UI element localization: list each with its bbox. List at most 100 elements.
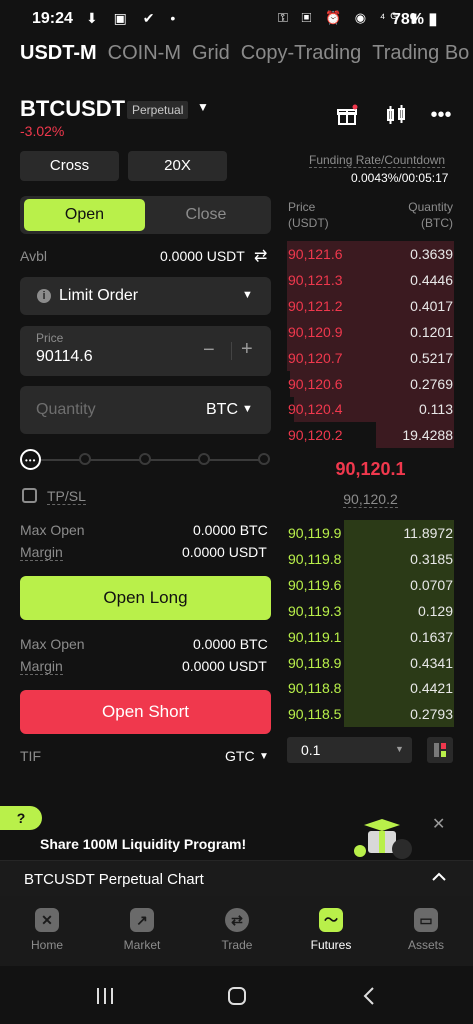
leverage-button[interactable]: 20X bbox=[128, 151, 227, 181]
ask-quantity: 0.113 bbox=[419, 401, 453, 418]
ask-row[interactable]: 90,120.4 0.113 bbox=[287, 396, 454, 423]
bid-price: 90,119.3 bbox=[288, 602, 342, 619]
price-change: -3.02% bbox=[20, 123, 65, 139]
ask-quantity: 0.3639 bbox=[410, 246, 453, 262]
chart-bar[interactable]: BTCUSDT Perpetual Chart bbox=[0, 860, 473, 896]
futures-icon: 〜 bbox=[319, 908, 343, 932]
close-tab[interactable]: Close bbox=[145, 199, 267, 231]
bid-price: 90,118.5 bbox=[288, 706, 342, 723]
bid-quantity: 11.8972 bbox=[403, 525, 453, 541]
bid-row[interactable]: 90,118.8 0.4421 bbox=[287, 675, 454, 702]
ask-price: 90,120.6 bbox=[288, 375, 343, 392]
bid-price: 90,119.9 bbox=[288, 525, 342, 541]
orderbook-layout-icon[interactable] bbox=[427, 737, 453, 763]
chevron-down-icon: ▼ bbox=[242, 289, 253, 301]
ask-row[interactable]: 90,121.2 0.4017 bbox=[287, 292, 454, 319]
recent-apps-icon[interactable] bbox=[95, 986, 115, 1011]
bid-row[interactable]: 90,119.8 0.3185 bbox=[287, 545, 454, 572]
bid-row[interactable]: 90,119.3 0.129 bbox=[287, 597, 454, 624]
ask-row[interactable]: 90,121.6 0.3639 bbox=[287, 241, 454, 267]
tab-coin-m[interactable]: COIN-M bbox=[108, 42, 181, 64]
nav-futures[interactable]: 〜 Futures bbox=[296, 908, 366, 952]
more-options-icon[interactable]: ••• bbox=[430, 104, 452, 126]
symbol-name[interactable]: BTCUSDT bbox=[20, 96, 125, 122]
margin-mode-button[interactable]: Cross bbox=[20, 151, 119, 181]
tif-select[interactable]: GTC bbox=[225, 748, 255, 764]
tab-copy-trading[interactable]: Copy-Trading bbox=[241, 42, 361, 64]
ask-row[interactable]: 90,120.9 0.1201 bbox=[287, 318, 454, 345]
ask-price: 90,120.2 bbox=[288, 427, 343, 444]
funding-rate-label[interactable]: Funding Rate/Countdown bbox=[309, 153, 446, 168]
bid-row[interactable]: 90,119.1 0.1637 bbox=[287, 623, 454, 650]
mark-price[interactable]: 90,120.2 bbox=[287, 491, 454, 508]
help-icon[interactable]: ? bbox=[0, 806, 42, 830]
tpsl-label[interactable]: TP/SL bbox=[47, 488, 86, 505]
quantity-field[interactable]: Quantity BTC ▼ bbox=[20, 386, 271, 434]
bid-quantity: 0.2793 bbox=[410, 706, 453, 723]
tpsl-checkbox[interactable] bbox=[22, 488, 37, 503]
tab-trading-bot[interactable]: Trading Bo bbox=[372, 42, 469, 64]
market-icon: ↗ bbox=[130, 908, 154, 932]
orderbook-qty-header: Quantity (BTC) bbox=[408, 200, 453, 230]
order-type-select[interactable]: i Limit Order ▼ bbox=[20, 277, 271, 315]
avbl-value: 0.0000 USDT bbox=[160, 248, 245, 264]
price-input[interactable]: 90114.6 bbox=[36, 348, 93, 366]
ask-price: 90,121.2 bbox=[288, 297, 343, 314]
bid-quantity: 0.129 bbox=[417, 602, 453, 619]
open-short-button[interactable]: Open Short bbox=[20, 690, 271, 734]
banner-title[interactable]: Share 100M Liquidity Program! bbox=[40, 836, 246, 852]
ask-row[interactable]: 90,121.3 0.4446 bbox=[287, 266, 454, 293]
max-open-long-label: Max Open bbox=[20, 522, 85, 538]
open-tab[interactable]: Open bbox=[24, 199, 145, 231]
tab-usdt-m[interactable]: USDT-M bbox=[20, 42, 97, 64]
home-icon: ✕ bbox=[35, 908, 59, 932]
precision-select[interactable]: 0.1 ▼ bbox=[287, 737, 412, 763]
bid-row[interactable]: 90,119.9 11.8972 bbox=[287, 520, 454, 546]
margin-long-label[interactable]: Margin bbox=[20, 544, 63, 561]
status-bar: 19:24 ⬇ ▣ ✔ • ⚿ ▣ ⏰ ◉ ⁴ᴳ ▮ 78% ▮ bbox=[0, 0, 473, 38]
candlestick-icon[interactable] bbox=[385, 104, 407, 126]
bid-row[interactable]: 90,118.5 0.2793 bbox=[287, 701, 454, 728]
symbol-dropdown-icon[interactable]: ▼ bbox=[197, 100, 209, 114]
slider-step-75[interactable] bbox=[198, 453, 210, 465]
chevron-up-icon[interactable] bbox=[431, 869, 447, 890]
ask-row[interactable]: 90,120.6 0.2769 bbox=[287, 370, 454, 397]
nav-trade[interactable]: ⇄ Trade bbox=[202, 908, 272, 952]
quantity-input[interactable]: Quantity bbox=[36, 401, 96, 419]
price-field[interactable]: Price 90114.6 − + bbox=[20, 326, 271, 376]
tab-grid[interactable]: Grid bbox=[192, 42, 230, 64]
bid-row[interactable]: 90,119.6 0.0707 bbox=[287, 571, 454, 598]
gift-illustration-icon bbox=[350, 815, 420, 863]
bid-price: 90,118.8 bbox=[288, 680, 342, 697]
back-icon[interactable] bbox=[362, 986, 376, 1011]
ask-price: 90,120.9 bbox=[288, 323, 343, 340]
home-button-icon[interactable] bbox=[227, 986, 247, 1011]
bid-quantity: 0.4341 bbox=[410, 654, 453, 671]
info-icon[interactable]: i bbox=[37, 289, 51, 303]
quantity-unit-select[interactable]: BTC bbox=[206, 401, 238, 419]
bid-row[interactable]: 90,118.9 0.4341 bbox=[287, 649, 454, 676]
quantity-slider-handle[interactable]: ••• bbox=[20, 449, 41, 470]
gift-icon[interactable] bbox=[336, 104, 358, 126]
system-nav-bar bbox=[0, 966, 473, 1024]
orderbook-price-header: Price (USDT) bbox=[288, 200, 329, 230]
max-open-short-value: 0.0000 BTC bbox=[193, 636, 268, 652]
slider-step-100[interactable] bbox=[258, 453, 270, 465]
transfer-icon[interactable]: ⇄ bbox=[254, 246, 267, 266]
margin-short-label[interactable]: Margin bbox=[20, 658, 63, 675]
ask-row[interactable]: 90,120.2 19.4288 bbox=[287, 422, 454, 449]
open-long-button[interactable]: Open Long bbox=[20, 576, 271, 620]
slider-step-50[interactable] bbox=[139, 453, 151, 465]
nav-market[interactable]: ↗ Market bbox=[107, 908, 177, 952]
market-tabs: USDT-M COIN-M Grid Copy-Trading Trading Bo bbox=[20, 42, 473, 70]
minus-icon[interactable]: − bbox=[203, 339, 215, 362]
stepper-divider bbox=[231, 342, 232, 360]
price-label: Price bbox=[36, 331, 64, 345]
ask-row[interactable]: 90,120.7 0.5217 bbox=[287, 344, 454, 371]
tif-label: TIF bbox=[20, 748, 41, 764]
nav-assets[interactable]: ▭ Assets bbox=[391, 908, 461, 952]
nav-home[interactable]: ✕ Home bbox=[12, 908, 82, 952]
close-banner-icon[interactable]: ✕ bbox=[432, 814, 445, 834]
plus-icon[interactable]: + bbox=[241, 338, 253, 361]
slider-step-25[interactable] bbox=[79, 453, 91, 465]
